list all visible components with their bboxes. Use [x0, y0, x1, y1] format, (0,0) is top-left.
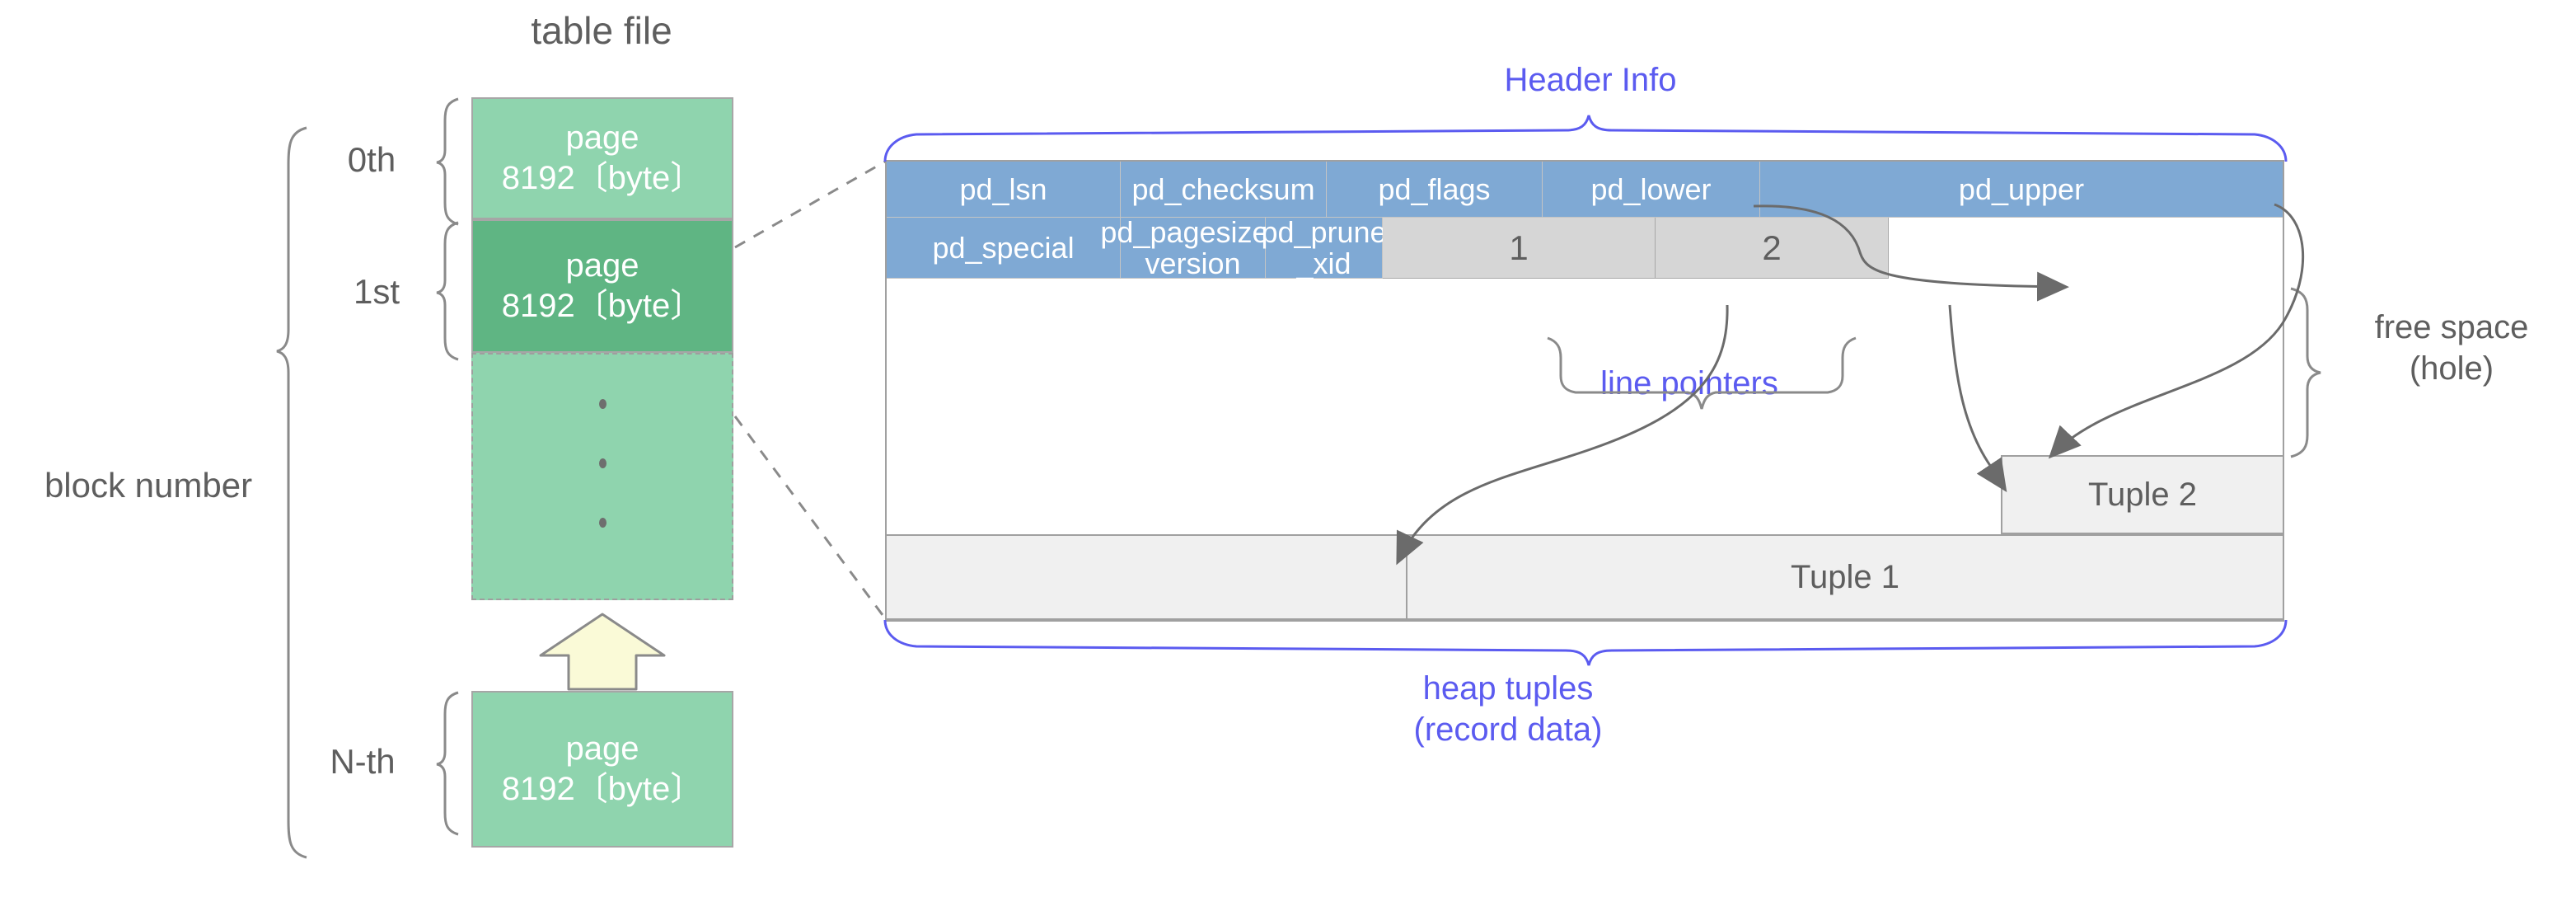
- ordinal-label-1st: 1st: [353, 272, 400, 311]
- tuple-row-1: Tuple 1: [885, 534, 2284, 620]
- header-field-pd-pagesize-version[interactable]: pd_pagesize_ version: [1100, 216, 1286, 279]
- ordinal-label-nth: N-th: [330, 742, 396, 781]
- header-info-brace: [883, 115, 2288, 162]
- header-field-pd-special[interactable]: pd_special: [887, 218, 1121, 279]
- page-label-line2: 8192〔byte〕: [501, 771, 704, 807]
- zoom-connector-lines: [733, 160, 887, 619]
- header-field-pd-lower[interactable]: pd_lower: [1543, 162, 1760, 218]
- page-label-line1: page: [565, 730, 639, 768]
- tuple-row-empty-cell: [885, 534, 1407, 620]
- header-field-pd-checksum[interactable]: pd_checksum: [1121, 162, 1327, 218]
- table-file-title: table file: [531, 9, 672, 52]
- ellipsis-dot-icon: [598, 399, 607, 409]
- block-number-label: block number: [44, 466, 253, 505]
- ordinal-brace-1st: [436, 221, 459, 361]
- header-field-pd-flags[interactable]: pd_flags: [1327, 162, 1543, 218]
- free-space-label-line2: (hole): [2409, 350, 2494, 387]
- line-pointers-label: line pointers: [1600, 365, 1778, 402]
- line-pointer-1[interactable]: 1: [1383, 218, 1656, 279]
- ordinal-label-0th: 0th: [347, 140, 396, 179]
- tuple-box-1[interactable]: Tuple 1: [1407, 534, 2284, 620]
- header-field-pd-upper[interactable]: pd_upper: [1760, 162, 2283, 218]
- heap-tuples-label: heap tuples (record data): [1318, 668, 1698, 750]
- page-label-line2: 8192〔byte〕: [501, 288, 704, 324]
- page-label-line2: 8192〔byte〕: [501, 160, 704, 196]
- free-space-label-line1: free space: [2374, 309, 2529, 345]
- page-label-line1: page: [565, 247, 639, 284]
- page-block-nth[interactable]: page 8192〔byte〕: [471, 691, 733, 848]
- header-field-pd-prune-xid[interactable]: pd_prune _xid: [1261, 216, 1387, 279]
- heap-tuples-label-line1: heap tuples: [1422, 670, 1594, 707]
- tuple-box-2[interactable]: Tuple 2: [2001, 455, 2284, 534]
- page-block-1st[interactable]: page 8192〔byte〕: [471, 219, 733, 353]
- block-number-brace: [276, 126, 307, 859]
- page-block-ellipsis: [471, 353, 733, 600]
- line-pointer-2[interactable]: 2: [1656, 218, 1889, 279]
- header-info-label: Header Info: [1504, 62, 1677, 98]
- ellipsis-dot-icon: [598, 518, 607, 528]
- page-append-arrow-icon: [539, 613, 666, 691]
- heap-tuples-brace: [883, 619, 2288, 666]
- page-header-row-2: pd_special pd_pagesize_ version pd_prune…: [887, 216, 2283, 279]
- header-field-pd-lsn[interactable]: pd_lsn: [887, 162, 1121, 218]
- ordinal-brace-0th: [436, 97, 459, 226]
- page-label-line1: page: [565, 120, 639, 157]
- page-block-0th[interactable]: page 8192〔byte〕: [471, 97, 733, 219]
- heap-tuples-label-line2: (record data): [1413, 711, 1603, 748]
- page-header-row-1: pd_lsn pd_checksum pd_flags pd_lower pd_…: [887, 162, 2283, 218]
- free-space-brace: [2290, 287, 2321, 458]
- free-space-label: free space (hole): [2340, 307, 2563, 389]
- ellipsis-dot-icon: [598, 458, 607, 468]
- ordinal-brace-nth: [436, 691, 459, 836]
